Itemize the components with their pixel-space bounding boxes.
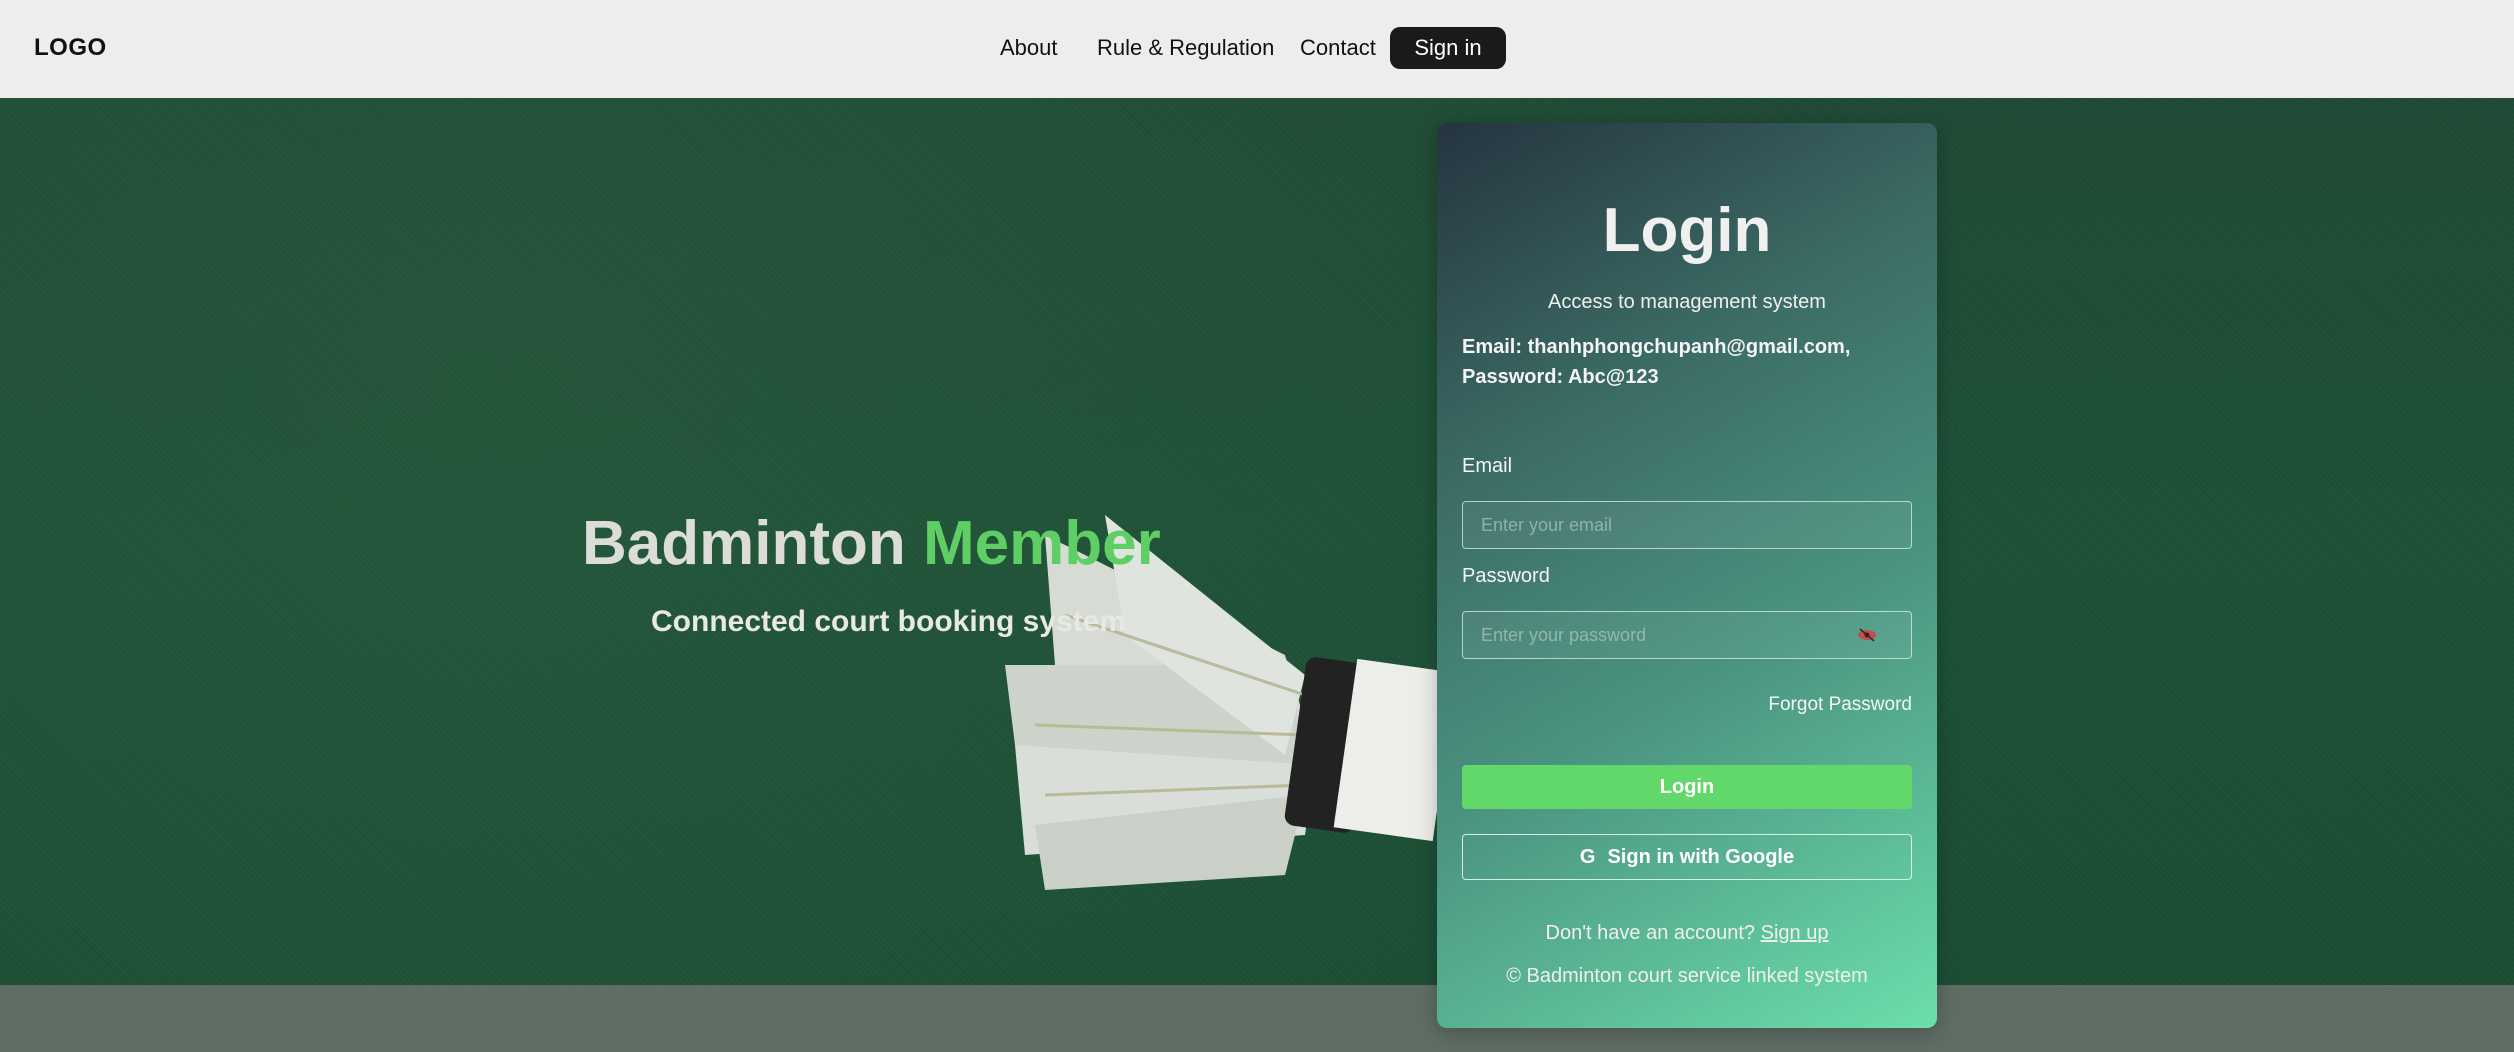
- credentials-hint: Email: thanhphongchupanh@gmail.com, Pass…: [1462, 336, 1851, 388]
- signup-prompt: Don't have an account? Sign up: [1437, 922, 1937, 945]
- nav-link-rules[interactable]: Rule & Regulation: [1097, 35, 1274, 61]
- top-navbar: LOGO About Rule & Regulation Contact Sig…: [0, 0, 2514, 98]
- login-card: Login Access to management system Email:…: [1437, 123, 1937, 1028]
- copyright-text: © Badminton court service linked system: [1506, 965, 1868, 987]
- password-field[interactable]: [1462, 611, 1912, 659]
- email-field[interactable]: [1462, 501, 1912, 549]
- google-signin-label: Sign in with Google: [1607, 845, 1795, 868]
- hero-title: Badminton Member: [582, 508, 1161, 579]
- footer-band: [0, 985, 2514, 1052]
- site-logo[interactable]: LOGO: [34, 34, 107, 62]
- login-button[interactable]: Login: [1462, 765, 1912, 809]
- forgot-password-link[interactable]: Forgot Password: [1437, 694, 1912, 716]
- email-label: Email: [1462, 455, 1513, 477]
- login-title: Login: [1602, 196, 1772, 265]
- google-signin-button[interactable]: G Sign in with Google: [1462, 834, 1912, 880]
- password-label: Password: [1462, 565, 1550, 587]
- google-icon: G: [1579, 845, 1596, 868]
- signup-link[interactable]: Sign up: [1761, 922, 1829, 944]
- no-account-text: Don't have an account?: [1545, 922, 1756, 944]
- eye-slash-icon[interactable]: [1852, 623, 1882, 647]
- hero-subtitle: Connected court booking system: [651, 605, 1127, 638]
- nav-link-contact[interactable]: Contact: [1300, 35, 1376, 61]
- nav-link-about[interactable]: About: [1000, 35, 1058, 61]
- nav-signin-button[interactable]: Sign in: [1390, 27, 1506, 69]
- hero-title-accent: Member: [922, 509, 1161, 578]
- login-subtitle: Access to management system: [1548, 291, 1826, 313]
- hero-title-main: Badminton: [582, 509, 906, 578]
